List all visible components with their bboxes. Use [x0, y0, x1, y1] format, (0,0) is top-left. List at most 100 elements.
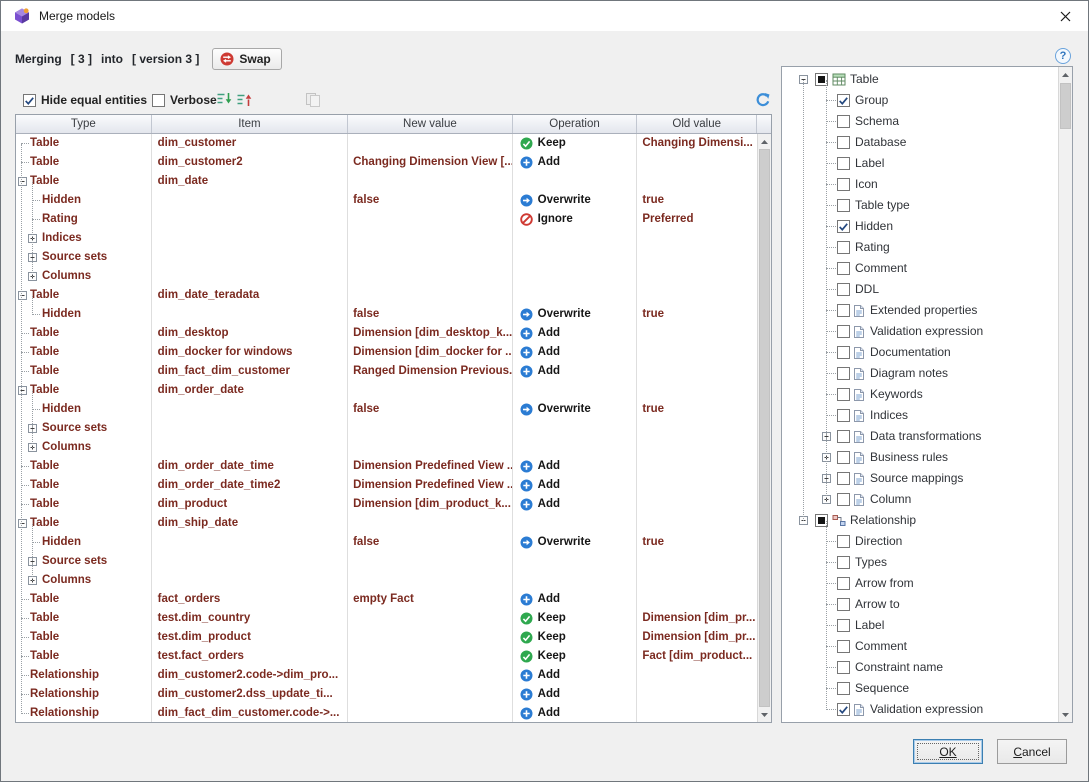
checkbox-unchecked-icon[interactable]: [837, 577, 850, 590]
tree-item[interactable]: Arrow from: [782, 573, 1058, 594]
table-row[interactable]: Tabledim_fact_dim_customerRanged Dimensi…: [16, 362, 757, 381]
collapse-expander-icon[interactable]: [18, 519, 27, 528]
refresh-icon[interactable]: [755, 92, 771, 108]
collapse-expander-icon[interactable]: [799, 516, 808, 525]
table-row[interactable]: Tabledim_order_date_timeDimension Predef…: [16, 457, 757, 476]
checkbox-checked-icon[interactable]: [837, 220, 850, 233]
collapse-all-icon[interactable]: [236, 92, 252, 107]
checkbox-unchecked-icon[interactable]: [837, 682, 850, 695]
tree-item[interactable]: Keywords: [782, 384, 1058, 405]
tree-item[interactable]: Business rules: [782, 447, 1058, 468]
checkbox-checked-icon[interactable]: [837, 94, 850, 107]
tree-item[interactable]: Validation expression: [782, 699, 1058, 720]
tree-item[interactable]: Label: [782, 615, 1058, 636]
tree-item[interactable]: Source mappings: [782, 468, 1058, 489]
checkbox-unchecked-icon[interactable]: [837, 451, 850, 464]
expand-expander-icon[interactable]: [28, 234, 37, 243]
tree-item[interactable]: Indices: [782, 405, 1058, 426]
table-row[interactable]: Indices: [16, 229, 757, 248]
checkbox-unchecked-icon[interactable]: [837, 598, 850, 611]
expand-expander-icon[interactable]: [822, 495, 831, 504]
tree-item[interactable]: Data transformations: [782, 426, 1058, 447]
expand-expander-icon[interactable]: [28, 272, 37, 281]
tree-item[interactable]: Label: [782, 153, 1058, 174]
checkbox-unchecked-icon[interactable]: [837, 640, 850, 653]
tree-item[interactable]: Rating: [782, 237, 1058, 258]
checkbox-unchecked-icon[interactable]: [837, 493, 850, 506]
tree-item[interactable]: Types: [782, 552, 1058, 573]
expand-expander-icon[interactable]: [822, 474, 831, 483]
table-row[interactable]: Tabledim_customerKeepChanging Dimensi...: [16, 134, 757, 153]
checkbox-unchecked-icon[interactable]: [837, 535, 850, 548]
checkbox-unchecked-icon[interactable]: [837, 619, 850, 632]
table-row[interactable]: Tabledim_ship_date: [16, 514, 757, 533]
expand-expander-icon[interactable]: [822, 432, 831, 441]
expand-expander-icon[interactable]: [822, 453, 831, 462]
tree-item[interactable]: Validation expression: [782, 321, 1058, 342]
checkbox-unchecked-icon[interactable]: [837, 178, 850, 191]
checkbox-unchecked-icon[interactable]: [837, 115, 850, 128]
table-row[interactable]: RatingIgnorePreferred: [16, 210, 757, 229]
table-row[interactable]: Tabledim_productDimension [dim_product_k…: [16, 495, 757, 514]
checkbox-unchecked-icon[interactable]: [837, 346, 850, 359]
table-row[interactable]: Tabledim_desktopDimension [dim_desktop_k…: [16, 324, 757, 343]
tree-item[interactable]: Direction: [782, 531, 1058, 552]
checkbox-unchecked-icon[interactable]: [837, 367, 850, 380]
checkbox-unchecked-icon[interactable]: [837, 262, 850, 275]
checkbox-unchecked-icon[interactable]: [837, 472, 850, 485]
expand-all-icon[interactable]: [216, 92, 232, 107]
table-row[interactable]: Tablefact_ordersempty FactAdd: [16, 590, 757, 609]
checkbox-unchecked-icon[interactable]: [837, 136, 850, 149]
table-row[interactable]: HiddenfalseOverwritetrue: [16, 400, 757, 419]
scroll-up-arrow-icon[interactable]: [758, 134, 771, 149]
tree-item[interactable]: DDL: [782, 279, 1058, 300]
tree-scroll-up-arrow-icon[interactable]: [1059, 67, 1072, 82]
ok-button[interactable]: OK: [913, 739, 983, 764]
expand-expander-icon[interactable]: [28, 424, 37, 433]
checkbox-unchecked-icon[interactable]: [837, 241, 850, 254]
checkbox-unchecked-icon[interactable]: [837, 388, 850, 401]
table-row[interactable]: Columns: [16, 571, 757, 590]
close-button[interactable]: [1042, 1, 1088, 31]
scroll-thumb[interactable]: [759, 149, 770, 707]
table-row[interactable]: Source sets: [16, 552, 757, 571]
tree-item[interactable]: Sequence: [782, 678, 1058, 699]
checkbox-unchecked-icon[interactable]: [837, 304, 850, 317]
tree-item[interactable]: Extended properties: [782, 300, 1058, 321]
tree-item[interactable]: Database: [782, 132, 1058, 153]
table-row[interactable]: Tabledim_docker for windowsDimension [di…: [16, 343, 757, 362]
table-row[interactable]: Relationshipdim_customer2.dss_update_ti.…: [16, 685, 757, 704]
column-header-type[interactable]: Type: [16, 115, 152, 133]
checkbox-partial-icon[interactable]: [815, 514, 828, 527]
table-row[interactable]: Relationshipdim_fact_dim_customer.code->…: [16, 704, 757, 722]
checkbox-unchecked-icon[interactable]: [837, 325, 850, 338]
checkbox-unchecked-icon[interactable]: [837, 199, 850, 212]
column-header-item[interactable]: Item: [152, 115, 348, 133]
table-row[interactable]: Source sets: [16, 419, 757, 438]
tree-scroll-thumb[interactable]: [1060, 83, 1071, 129]
table-row[interactable]: Tabledim_order_date_time2Dimension Prede…: [16, 476, 757, 495]
table-row[interactable]: HiddenfalseOverwritetrue: [16, 191, 757, 210]
table-row[interactable]: Tabledim_date_teradata: [16, 286, 757, 305]
checkbox-unchecked-icon[interactable]: [837, 661, 850, 674]
hide-equal-entities-checkbox[interactable]: Hide equal entities: [23, 93, 147, 107]
checkbox-unchecked-icon[interactable]: [837, 430, 850, 443]
tree-item[interactable]: Comment: [782, 636, 1058, 657]
tree-item[interactable]: Documentation: [782, 342, 1058, 363]
expand-expander-icon[interactable]: [28, 443, 37, 452]
collapse-expander-icon[interactable]: [18, 386, 27, 395]
tree-item[interactable]: Table type: [782, 195, 1058, 216]
checkbox-unchecked-icon[interactable]: [837, 157, 850, 170]
scroll-down-arrow-icon[interactable]: [758, 707, 771, 722]
expand-expander-icon[interactable]: [28, 253, 37, 262]
table-row[interactable]: Columns: [16, 267, 757, 286]
collapse-expander-icon[interactable]: [799, 75, 808, 84]
expand-expander-icon[interactable]: [28, 557, 37, 566]
tree-vertical-scrollbar[interactable]: [1058, 67, 1072, 722]
tree-item[interactable]: Schema: [782, 111, 1058, 132]
tree-item[interactable]: Group: [782, 90, 1058, 111]
tree-item[interactable]: Column: [782, 489, 1058, 510]
table-row[interactable]: Tabledim_order_date: [16, 381, 757, 400]
swap-button[interactable]: Swap: [212, 48, 281, 70]
expand-expander-icon[interactable]: [28, 576, 37, 585]
